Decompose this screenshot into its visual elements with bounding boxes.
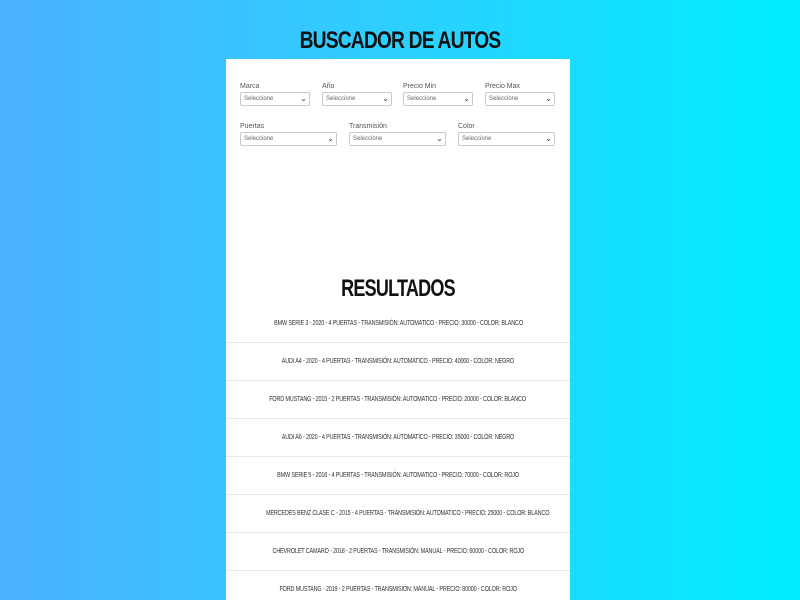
filter-puertas-label: Puertas <box>240 123 265 130</box>
chevron-down-icon: ⌄ <box>382 94 389 103</box>
filter-precio-max-label: Precio Max <box>485 83 521 90</box>
precio-min-select[interactable]: Seleccione ⌄ <box>403 92 473 106</box>
precio-max-select[interactable]: Seleccione ⌄ <box>485 92 555 106</box>
filter-marca: Marca Seleccione ⌄ <box>240 82 310 106</box>
filter-precio-min-label: Precio Min <box>403 83 437 90</box>
puertas-select[interactable]: Seleccione ⌄ <box>240 132 337 146</box>
filter-transmision: Transmisión Seleccione ⌄ <box>349 122 446 146</box>
chevron-down-icon: ⌄ <box>300 94 307 103</box>
filter-puertas: Puertas Seleccione ⌄ <box>240 122 337 146</box>
chevron-down-icon: ⌄ <box>327 134 334 143</box>
result-text: Ford Mustang - 2019 - 2 Puertas - Transm… <box>279 586 517 593</box>
result-text: Audi A6 - 2020 - 4 Puertas - Transmisión… <box>281 434 515 441</box>
anio-select[interactable]: Seleccione ⌄ <box>322 92 392 106</box>
result-text: BMW Serie 5 - 2016 - 4 Puertas - Transmi… <box>277 472 519 479</box>
filter-marca-label: Marca <box>240 83 260 90</box>
results-list: BMW Serie 3 - 2020 - 4 Puertas - Transmi… <box>226 305 570 600</box>
list-item: Chevrolet Camaro - 2018 - 2 Puertas - Tr… <box>226 533 570 571</box>
list-item: Mercedes Benz Clase C - 2015 - 4 Puertas… <box>226 495 570 533</box>
chevron-down-icon: ⌄ <box>436 134 443 143</box>
chevron-down-icon: ⌄ <box>545 134 552 143</box>
color-select-value: Seleccione <box>462 136 492 142</box>
color-select[interactable]: Seleccione ⌄ <box>458 132 555 146</box>
transmision-select[interactable]: Seleccione ⌄ <box>349 132 446 146</box>
result-text: Chevrolet Camaro - 2018 - 2 Puertas - Tr… <box>272 548 524 555</box>
filter-anio: Año Seleccione ⌄ <box>322 82 392 106</box>
marca-select[interactable]: Seleccione ⌄ <box>240 92 310 106</box>
precio-max-select-value: Seleccione <box>489 96 519 102</box>
results-title: RESULTADOS <box>341 274 456 302</box>
list-item: BMW Serie 5 - 2016 - 4 Puertas - Transmi… <box>226 457 570 495</box>
filter-precio-max: Precio Max Seleccione ⌄ <box>485 82 555 106</box>
result-text: BMW Serie 3 - 2020 - 4 Puertas - Transmi… <box>273 320 523 327</box>
filter-anio-label: Año <box>322 83 335 90</box>
filter-color-label: Color <box>458 123 475 130</box>
list-item: Ford Mustang - 2015 - 2 Puertas - Transm… <box>226 381 570 419</box>
list-item: Ford Mustang - 2019 - 2 Puertas - Transm… <box>226 571 570 600</box>
precio-min-select-value: Seleccione <box>407 96 437 102</box>
result-text: Mercedes Benz Clase C - 2015 - 4 Puertas… <box>265 510 550 517</box>
list-item: Audi A6 - 2020 - 4 Puertas - Transmisión… <box>226 419 570 457</box>
marca-select-value: Seleccione <box>244 96 274 102</box>
filter-precio-min: Precio Min Seleccione ⌄ <box>403 82 473 106</box>
puertas-select-value: Seleccione <box>244 136 274 142</box>
page-title: BUSCADOR DE AUTOS <box>299 27 502 55</box>
search-card: Marca Seleccione ⌄ Año Seleccione ⌄ Prec… <box>226 59 570 600</box>
chevron-down-icon: ⌄ <box>545 94 552 103</box>
list-item: BMW Serie 3 - 2020 - 4 Puertas - Transmi… <box>226 305 570 343</box>
list-item: Audi A4 - 2020 - 4 Puertas - Transmisión… <box>226 343 570 381</box>
chevron-down-icon: ⌄ <box>463 94 470 103</box>
filter-transmision-label: Transmisión <box>349 123 387 130</box>
filter-color: Color Seleccione ⌄ <box>458 122 555 146</box>
result-text: Audi A4 - 2020 - 4 Puertas - Transmisión… <box>281 358 515 365</box>
result-text: Ford Mustang - 2015 - 2 Puertas - Transm… <box>269 396 527 403</box>
anio-select-value: Seleccione <box>326 96 356 102</box>
transmision-select-value: Seleccione <box>353 136 383 142</box>
